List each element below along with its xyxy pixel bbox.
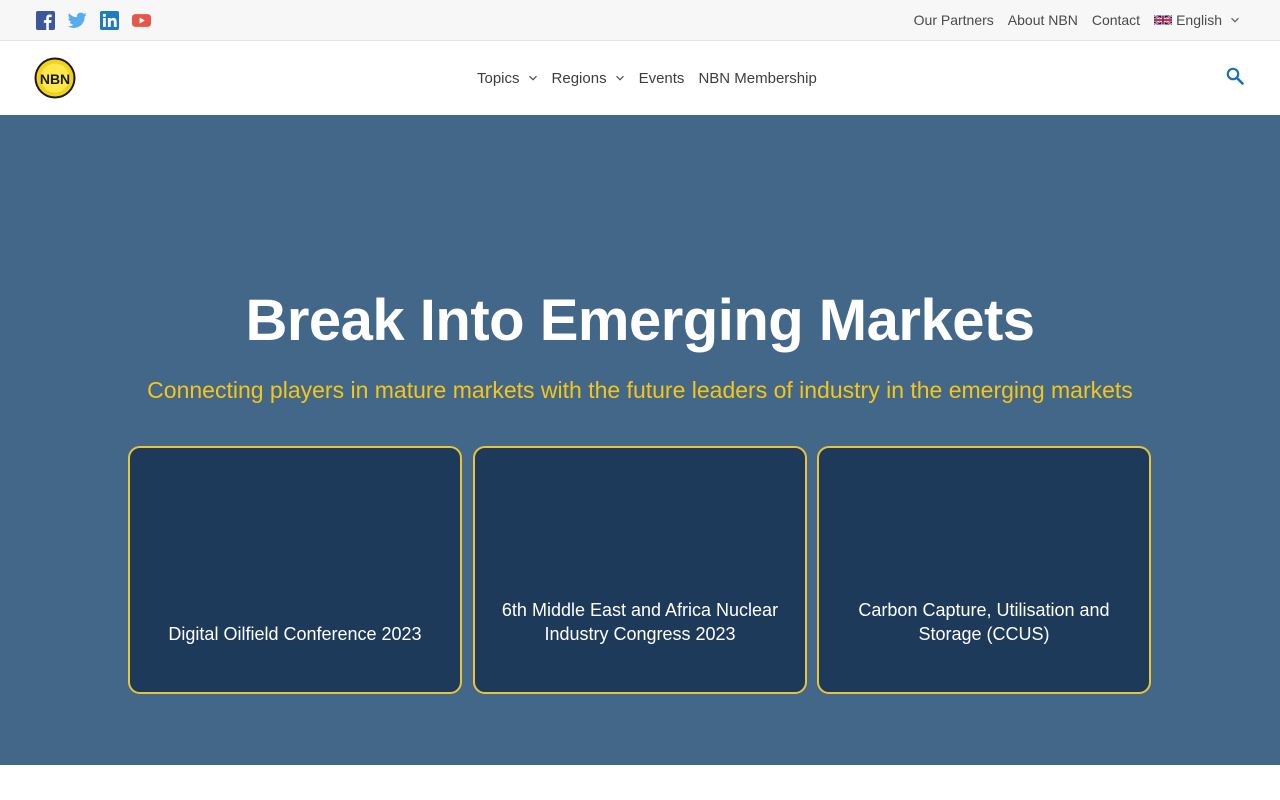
chevron-down-icon	[528, 75, 537, 81]
top-links: Our Partners About NBN Contact English	[900, 0, 1240, 40]
nav-item-regions[interactable]: Regions	[552, 70, 625, 87]
event-card-title: Carbon Capture, Utilisation and Storage …	[858, 600, 1110, 644]
our-partners-link[interactable]: Our Partners	[914, 12, 994, 28]
uk-flag-icon	[1154, 14, 1173, 26]
nav-membership-label: NBN Membership	[698, 69, 817, 87]
event-card-title: 6th Middle East and Africa Nuclear Indus…	[501, 600, 779, 644]
youtube-icon[interactable]	[132, 11, 151, 30]
about-nbn-link[interactable]: About NBN	[1008, 12, 1078, 28]
main-header: NBN Topics Regions Events NBN Membership	[0, 41, 1280, 115]
facebook-icon[interactable]	[36, 11, 55, 30]
nbn-logo[interactable]: NBN	[34, 57, 76, 99]
event-card[interactable]: 6th Middle East and Africa Nuclear Indus…	[473, 446, 807, 694]
contact-link[interactable]: Contact	[1092, 12, 1140, 28]
nav-item-events[interactable]: Events	[639, 70, 685, 87]
linkedin-icon[interactable]	[100, 11, 119, 30]
nav-regions-label: Regions	[551, 69, 607, 87]
nav-item-topics[interactable]: Topics	[477, 70, 538, 87]
nav-topics-label: Topics	[477, 69, 520, 87]
language-selector[interactable]: English	[1154, 12, 1240, 28]
logo-text: NBN	[40, 71, 70, 87]
chevron-down-icon	[1231, 17, 1239, 23]
chevron-down-icon	[615, 75, 624, 81]
twitter-icon[interactable]	[68, 11, 87, 30]
hero-title: Break Into Emerging Markets	[245, 288, 1035, 353]
top-bar: Our Partners About NBN Contact English	[0, 0, 1280, 41]
hero-subtitle: Connecting players in mature markets wit…	[147, 377, 1133, 403]
language-label: English	[1176, 12, 1222, 28]
event-card[interactable]: Digital Oilfield Conference 2023	[128, 446, 462, 694]
social-links	[36, 11, 151, 30]
nav-events-label: Events	[638, 69, 685, 87]
primary-nav: Topics Regions Events NBN Membership	[470, 41, 824, 115]
nav-item-membership[interactable]: NBN Membership	[698, 70, 816, 87]
event-card-title: Digital Oilfield Conference 2023	[168, 624, 422, 644]
search-icon[interactable]	[1226, 67, 1244, 85]
event-card[interactable]: Carbon Capture, Utilisation and Storage …	[817, 446, 1151, 694]
hero-section: Break Into Emerging Markets Connecting p…	[0, 115, 1280, 765]
